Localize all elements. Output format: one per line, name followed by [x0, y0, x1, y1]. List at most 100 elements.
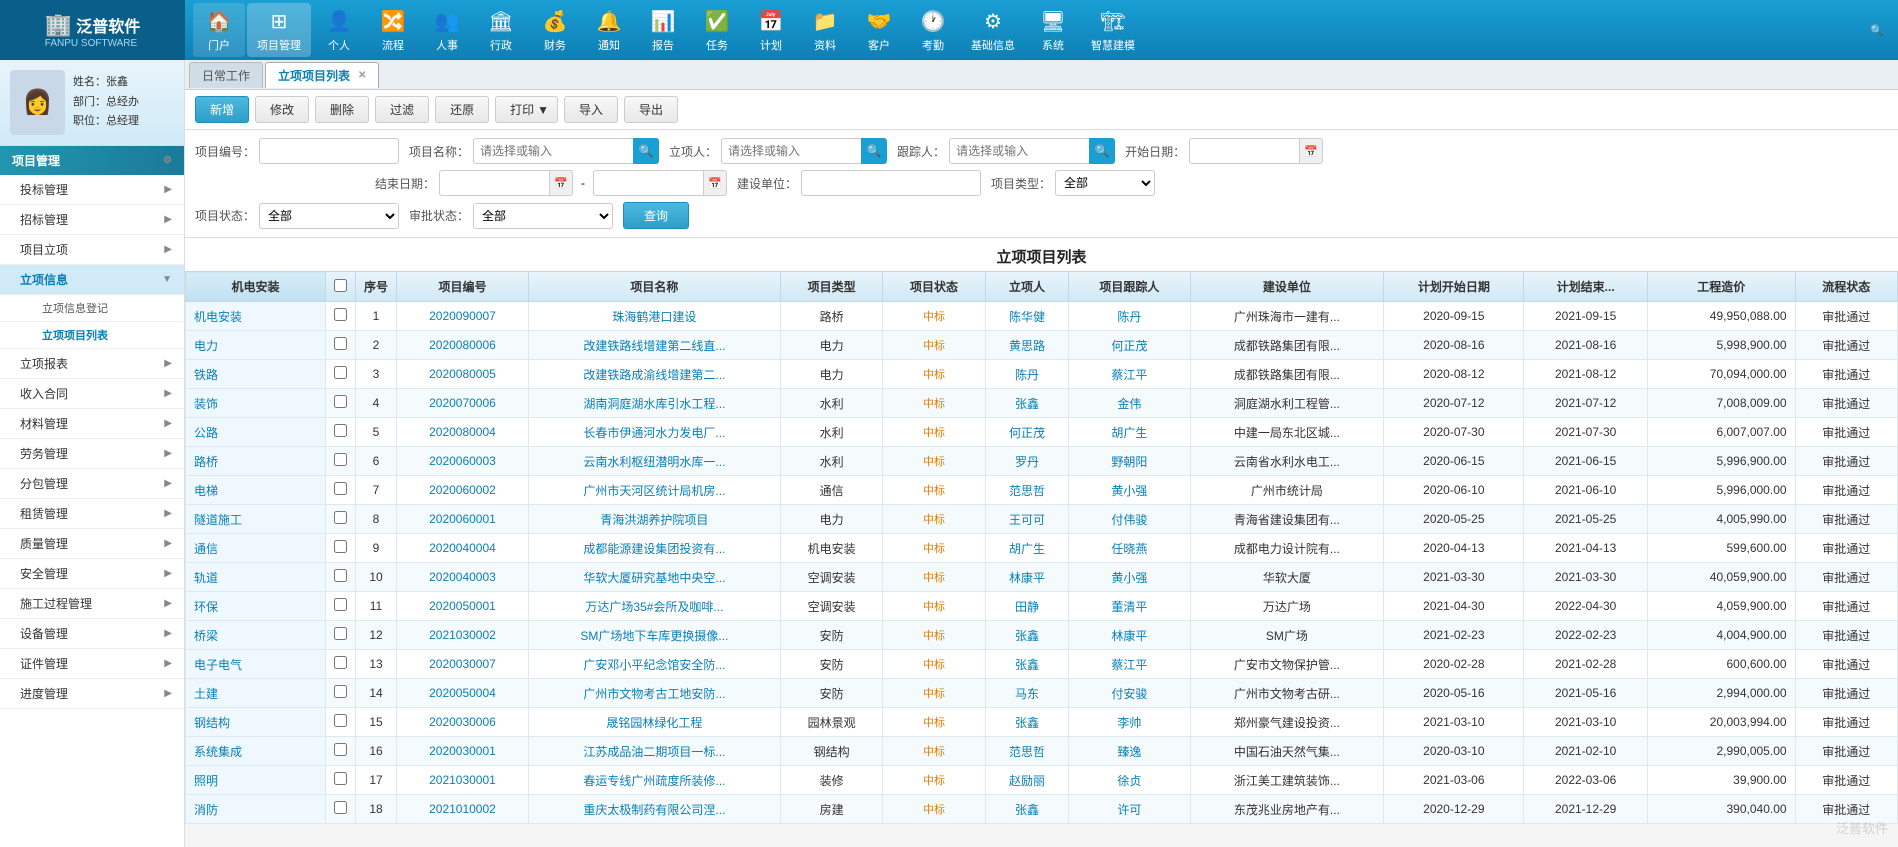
follower-cell[interactable]: 林康平 [1069, 621, 1190, 650]
founder-cell[interactable]: 何正茂 [985, 418, 1069, 447]
sidebar-item-safety[interactable]: 安全管理 ▶ [0, 559, 184, 589]
nav-notify[interactable]: 🔔 通知 [583, 3, 635, 57]
project-no-cell[interactable]: 2020050004 [397, 679, 529, 708]
nav-hr[interactable]: 👥 人事 [421, 3, 473, 57]
category-cell[interactable]: 隧道施工 [186, 505, 326, 534]
nav-plan[interactable]: 📅 计划 [745, 3, 797, 57]
founder-cell[interactable]: 王可可 [985, 505, 1069, 534]
project-no-cell[interactable]: 2020080004 [397, 418, 529, 447]
founder-cell[interactable]: 胡广生 [985, 534, 1069, 563]
row-checkbox[interactable] [334, 685, 347, 698]
project-status-select[interactable]: 全部 [259, 203, 399, 229]
project-name-cell[interactable]: 广安邓小平纪念馆安全防... [528, 650, 780, 679]
nav-data[interactable]: 📁 资料 [799, 3, 851, 57]
project-no-cell[interactable]: 2020030001 [397, 737, 529, 766]
follower-cell[interactable]: 黄小强 [1069, 563, 1190, 592]
nav-home[interactable]: 🏠 门户 [193, 3, 245, 57]
category-cell[interactable]: 土建 [186, 679, 326, 708]
founder-cell[interactable]: 张鑫 [985, 621, 1069, 650]
checkbox-cell[interactable] [326, 331, 356, 360]
select-all-checkbox[interactable] [334, 279, 347, 292]
row-checkbox[interactable] [334, 482, 347, 495]
row-checkbox[interactable] [334, 337, 347, 350]
project-name-cell[interactable]: 重庆太极制药有限公司涅... [528, 795, 780, 824]
row-checkbox[interactable] [334, 714, 347, 727]
nav-flow[interactable]: 🔀 流程 [367, 3, 419, 57]
follower-cell[interactable]: 蔡江平 [1069, 360, 1190, 389]
category-cell[interactable]: 桥梁 [186, 621, 326, 650]
sidebar-item-init-info[interactable]: 立项信息 ▼ [0, 265, 184, 295]
checkbox-cell[interactable] [326, 302, 356, 331]
category-cell[interactable]: 装饰 [186, 389, 326, 418]
follower-cell[interactable]: 付安骏 [1069, 679, 1190, 708]
founder-cell[interactable]: 陈华健 [985, 302, 1069, 331]
nav-admin[interactable]: 🏛 行政 [475, 3, 527, 57]
row-checkbox[interactable] [334, 453, 347, 466]
end-date-start-picker[interactable]: 📅 [549, 170, 573, 196]
search-global-btn[interactable]: 🔍 [1864, 20, 1890, 41]
project-name-cell[interactable]: 晟铭园林绿化工程 [528, 708, 780, 737]
filter-button[interactable]: 过滤 [375, 96, 429, 123]
delete-button[interactable]: 删除 [315, 96, 369, 123]
row-checkbox[interactable] [334, 424, 347, 437]
category-cell[interactable]: 系统集成 [186, 737, 326, 766]
edit-button[interactable]: 修改 [255, 96, 309, 123]
project-type-select[interactable]: 全部 [1055, 170, 1155, 196]
follower-cell[interactable]: 陈丹 [1069, 302, 1190, 331]
founder-search-btn[interactable]: 🔍 [861, 138, 887, 164]
follower-cell[interactable]: 蔡江平 [1069, 650, 1190, 679]
settings-icon[interactable]: ⚙ [163, 155, 172, 166]
follower-cell[interactable]: 徐贞 [1069, 766, 1190, 795]
project-name-cell[interactable]: 华软大厦研究基地中央空... [528, 563, 780, 592]
checkbox-cell[interactable] [326, 476, 356, 505]
sidebar-item-rental[interactable]: 租赁管理 ▶ [0, 499, 184, 529]
project-no-cell[interactable]: 2020040003 [397, 563, 529, 592]
tab-close-icon[interactable]: ✕ [358, 70, 366, 81]
project-no-cell[interactable]: 2021010002 [397, 795, 529, 824]
row-checkbox[interactable] [334, 569, 347, 582]
nav-attendance[interactable]: 🕐 考勤 [907, 3, 959, 57]
project-name-cell[interactable]: 广州市文物考古工地安防... [528, 679, 780, 708]
project-no-cell[interactable]: 2020040004 [397, 534, 529, 563]
project-name-cell[interactable]: 万达广场35#会所及咖啡... [528, 592, 780, 621]
founder-cell[interactable]: 罗丹 [985, 447, 1069, 476]
follower-cell[interactable]: 黄小强 [1069, 476, 1190, 505]
project-no-cell[interactable]: 2020030007 [397, 650, 529, 679]
sidebar-subsub-register[interactable]: 立项信息登记 [0, 295, 184, 322]
founder-cell[interactable]: 范思哲 [985, 737, 1069, 766]
tab-daily[interactable]: 日常工作 [189, 62, 263, 88]
project-name-search-btn[interactable]: 🔍 [633, 138, 659, 164]
project-name-cell[interactable]: 广州市天河区统计局机房... [528, 476, 780, 505]
project-name-cell[interactable]: 青海洪湖养护院项目 [528, 505, 780, 534]
category-cell[interactable]: 电力 [186, 331, 326, 360]
project-no-input[interactable] [259, 138, 399, 164]
start-date-input[interactable] [1189, 138, 1299, 164]
end-date-end-picker[interactable]: 📅 [703, 170, 727, 196]
sidebar-item-subcontract[interactable]: 分包管理 ▶ [0, 469, 184, 499]
nav-base-info[interactable]: ⚙ 基础信息 [961, 3, 1025, 57]
follower-cell[interactable]: 李帅 [1069, 708, 1190, 737]
build-unit-input[interactable] [801, 170, 981, 196]
row-checkbox[interactable] [334, 772, 347, 785]
checkbox-cell[interactable] [326, 592, 356, 621]
category-cell[interactable]: 钢结构 [186, 708, 326, 737]
founder-cell[interactable]: 张鑫 [985, 650, 1069, 679]
sidebar-item-init-report[interactable]: 立项报表 ▶ [0, 349, 184, 379]
follower-cell[interactable]: 任晓燕 [1069, 534, 1190, 563]
project-no-cell[interactable]: 2020060003 [397, 447, 529, 476]
follower-cell[interactable]: 胡广生 [1069, 418, 1190, 447]
end-date-end-input[interactable] [593, 170, 703, 196]
nav-report[interactable]: 📊 报告 [637, 3, 689, 57]
founder-cell[interactable]: 田静 [985, 592, 1069, 621]
row-checkbox[interactable] [334, 308, 347, 321]
checkbox-cell[interactable] [326, 708, 356, 737]
project-no-cell[interactable]: 2020060002 [397, 476, 529, 505]
founder-cell[interactable]: 陈丹 [985, 360, 1069, 389]
sidebar-item-bidding[interactable]: 招标管理 ▶ [0, 205, 184, 235]
project-no-cell[interactable]: 2020060001 [397, 505, 529, 534]
follower-cell[interactable]: 野朝阳 [1069, 447, 1190, 476]
checkbox-cell[interactable] [326, 766, 356, 795]
category-cell[interactable]: 电子电气 [186, 650, 326, 679]
founder-cell[interactable]: 林康平 [985, 563, 1069, 592]
category-cell[interactable]: 路桥 [186, 447, 326, 476]
